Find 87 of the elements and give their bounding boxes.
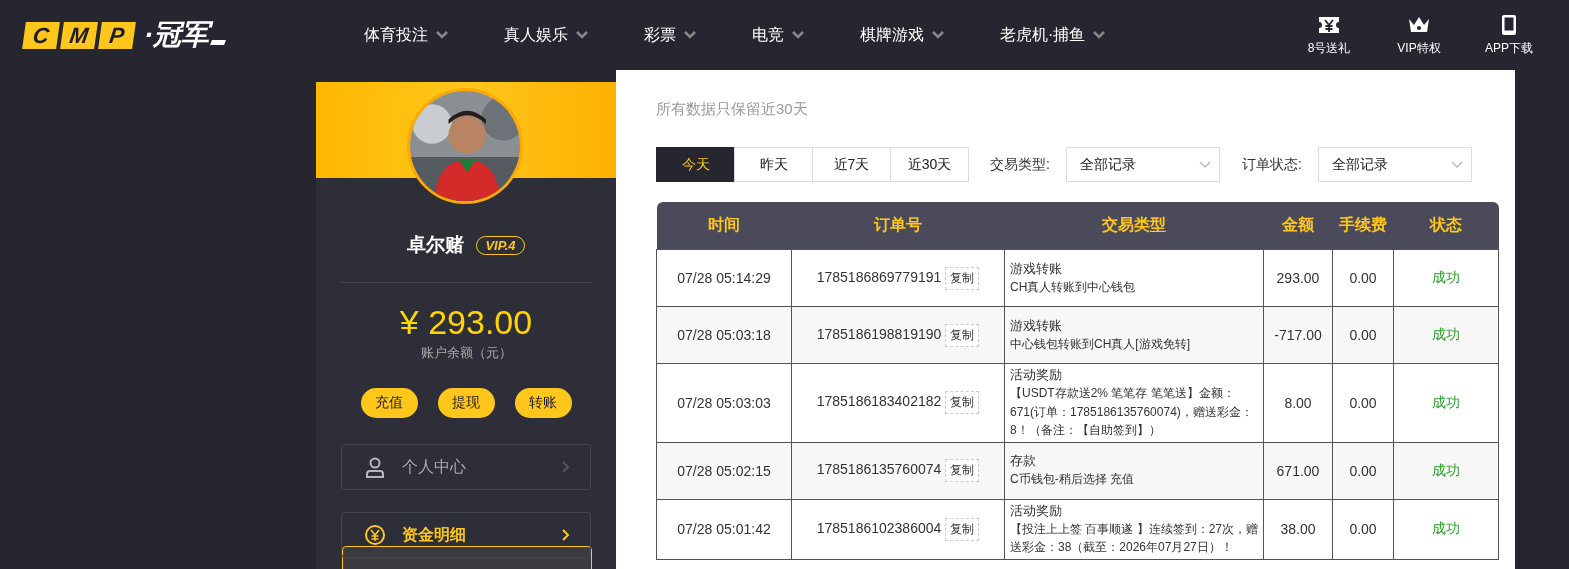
chevron-down-icon xyxy=(1450,160,1463,169)
action-button[interactable]: 转账 xyxy=(514,388,572,418)
date-tab[interactable]: 今天 xyxy=(656,147,735,182)
table-cell: 0.00 xyxy=(1332,306,1394,364)
nav-menu-item[interactable]: 棋牌游戏 xyxy=(860,24,944,46)
table-cell: 07/28 05:14:29 xyxy=(656,249,792,307)
table-cell: 0.00 xyxy=(1332,363,1394,443)
notice-text: 所有数据只保留近30天 xyxy=(656,100,809,119)
username: 卓尔赌 xyxy=(407,233,465,257)
nav-menu-item[interactable]: 体育投注 xyxy=(364,24,448,46)
date-tab[interactable]: 近30天 xyxy=(890,147,969,182)
header-link[interactable]: APP下载 xyxy=(1479,13,1539,57)
date-tab[interactable]: 近7天 xyxy=(812,147,891,182)
chevron-down-icon xyxy=(1198,160,1211,169)
order-number: 1785186198819190 xyxy=(816,325,942,342)
status-cell: 成功 xyxy=(1393,442,1499,500)
chevron-right-icon xyxy=(562,529,570,541)
status-cell: 成功 xyxy=(1393,249,1499,307)
nav-menu-item[interactable]: 彩票 xyxy=(644,24,696,46)
action-button[interactable]: 充值 xyxy=(360,388,418,418)
status-cell: 成功 xyxy=(1393,363,1499,443)
status-cell: 成功 xyxy=(1393,306,1499,364)
logo-letter: M xyxy=(60,21,98,49)
transaction-type: 活动奖励 xyxy=(1010,366,1063,384)
table-cell: 0.00 xyxy=(1332,249,1394,307)
nav-menu-item[interactable]: 老虎机·捕鱼 xyxy=(1000,24,1106,46)
date-tab[interactable]: 昨天 xyxy=(734,147,813,182)
copy-button[interactable]: 复制 xyxy=(945,266,980,290)
header-link[interactable]: 8号送礼 xyxy=(1299,13,1359,57)
dropdown[interactable]: 全部记录 xyxy=(1065,147,1220,182)
sidebar-item[interactable]: 个人中心 xyxy=(341,444,591,490)
copy-button[interactable]: 复制 xyxy=(945,459,980,483)
chevron-down-icon xyxy=(792,31,804,39)
table-cell: 671.00 xyxy=(1263,442,1333,500)
user-icon xyxy=(364,456,386,478)
table-cell: 0.00 xyxy=(1332,442,1394,500)
logo-letter: C xyxy=(22,21,60,49)
table-cell: 07/28 05:02:15 xyxy=(656,442,792,500)
column-header: 状态 xyxy=(1393,202,1499,250)
table-cell: 293.00 xyxy=(1263,249,1333,307)
order-number: 1785186135760074 xyxy=(816,461,942,478)
logo-letter: P xyxy=(98,21,136,49)
column-header: 订单号 xyxy=(791,202,1005,250)
order-number: 1785186183402182 xyxy=(816,393,942,410)
sidebar-item[interactable]: 资金明细 xyxy=(341,512,591,558)
action-button[interactable]: 提现 xyxy=(437,388,495,418)
filter-label: 订单状态: xyxy=(1241,155,1302,174)
copy-button[interactable]: 复制 xyxy=(945,391,980,415)
dropdown[interactable]: 全部记录 xyxy=(1317,147,1472,182)
chevron-down-icon xyxy=(576,31,588,39)
table-cell: -717.00 xyxy=(1263,306,1333,364)
transaction-type: 游戏转账 xyxy=(1010,316,1063,335)
copy-button[interactable]: 复制 xyxy=(945,517,980,541)
nav-menu-item[interactable]: 真人娱乐 xyxy=(504,24,588,46)
chevron-down-icon xyxy=(436,31,448,39)
chevron-down-icon xyxy=(932,31,944,39)
order-number: 1785186869779191 xyxy=(816,268,942,285)
column-header: 金额 xyxy=(1263,202,1333,250)
transaction-detail: 【投注上上签 百事顺遂 】连续签到：27次，赠送彩金：38（截至：2026年07月27日）！ xyxy=(1010,520,1258,557)
chevron-down-icon xyxy=(684,31,696,39)
copy-button[interactable]: 复制 xyxy=(945,323,980,347)
table-cell: 07/28 05:03:03 xyxy=(656,363,792,443)
status-cell: 成功 xyxy=(1393,499,1499,560)
table-cell: 07/28 05:01:42 xyxy=(656,499,792,560)
balance-label: 账户余额（元） xyxy=(419,344,513,362)
column-header: 手续费 xyxy=(1332,202,1394,250)
yen-coin-icon xyxy=(364,524,386,546)
transaction-type: 存款 xyxy=(1010,452,1037,471)
transaction-detail: 中心钱包转账到CH真人[游戏免转] xyxy=(1010,335,1191,353)
order-number: 1785186102386004 xyxy=(816,519,942,536)
balance-amount: ¥ 293.00 xyxy=(398,303,534,342)
column-header: 时间 xyxy=(656,202,792,250)
transaction-type: 活动奖励 xyxy=(1010,501,1063,520)
header-link[interactable]: VIP特权 xyxy=(1389,13,1449,57)
table-cell: 07/28 05:03:18 xyxy=(656,306,792,364)
table-cell: 0.00 xyxy=(1332,499,1394,560)
table-cell: 38.00 xyxy=(1263,499,1333,560)
chevron-down-icon xyxy=(1093,31,1106,39)
table-cell: 8.00 xyxy=(1263,363,1333,443)
column-header: 交易类型 xyxy=(1004,202,1264,250)
transaction-detail: CH真人转账到中心钱包 xyxy=(1010,278,1137,296)
transaction-detail: C币钱包-稍后选择 充值 xyxy=(1010,471,1135,489)
chevron-right-icon xyxy=(562,461,570,473)
transaction-type: 游戏转账 xyxy=(1010,259,1063,278)
transaction-detail: 【USDT存款送2% 笔笔存 笔笔送】金额：671(订单：1785186135760074)，赠送彩金：8！（备注：【自助签到】） xyxy=(1010,385,1254,440)
filter-label: 交易类型: xyxy=(990,155,1050,174)
nav-menu-item[interactable]: 电竞 xyxy=(752,24,804,46)
